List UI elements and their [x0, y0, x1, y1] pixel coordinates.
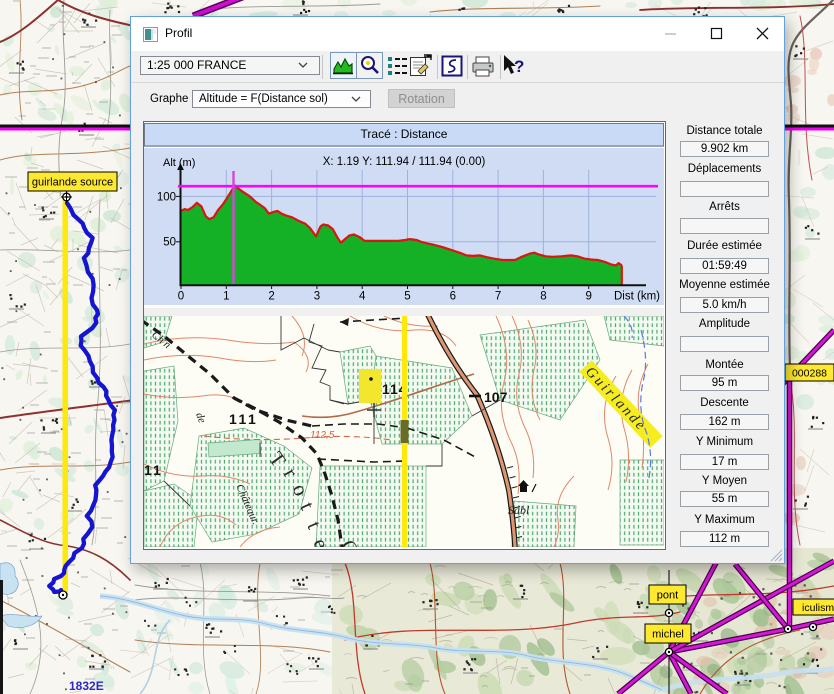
svg-text:7: 7 [495, 291, 501, 303]
svg-text:?: ? [514, 57, 524, 76]
svg-text:1832E: 1832E [69, 679, 104, 693]
svg-text:iculisma: iculisma [802, 602, 834, 614]
svg-text:X: 1.19 Y: 111.94 / 111.94 (0.: X: 1.19 Y: 111.94 / 111.94 (0.00) [323, 156, 486, 168]
svg-text:Alt (m): Alt (m) [163, 157, 195, 169]
svg-text:3: 3 [314, 291, 320, 303]
svg-text:112,5: 112,5 [310, 430, 335, 441]
svg-text:8: 8 [540, 291, 546, 303]
svg-text:000288: 000288 [792, 368, 827, 380]
svg-text:Sabl: Sabl [508, 503, 530, 517]
svg-text:pont: pont [657, 590, 678, 602]
svg-text:111: 111 [229, 411, 258, 427]
svg-text:9: 9 [585, 291, 591, 303]
svg-text:Dist (km): Dist (km) [614, 291, 660, 303]
svg-text:0: 0 [178, 291, 184, 303]
svg-text:4: 4 [359, 291, 366, 303]
svg-text:guirlande source: guirlande source [32, 177, 113, 189]
svg-text:6: 6 [450, 291, 456, 303]
svg-text:2: 2 [268, 291, 274, 303]
svg-text:50: 50 [163, 237, 176, 249]
svg-text:100: 100 [157, 192, 176, 204]
svg-text:michel: michel [652, 629, 684, 641]
svg-text:107: 107 [484, 389, 508, 405]
svg-text:5: 5 [404, 291, 410, 303]
svg-text:1: 1 [223, 291, 229, 303]
svg-text:11: 11 [144, 462, 163, 478]
